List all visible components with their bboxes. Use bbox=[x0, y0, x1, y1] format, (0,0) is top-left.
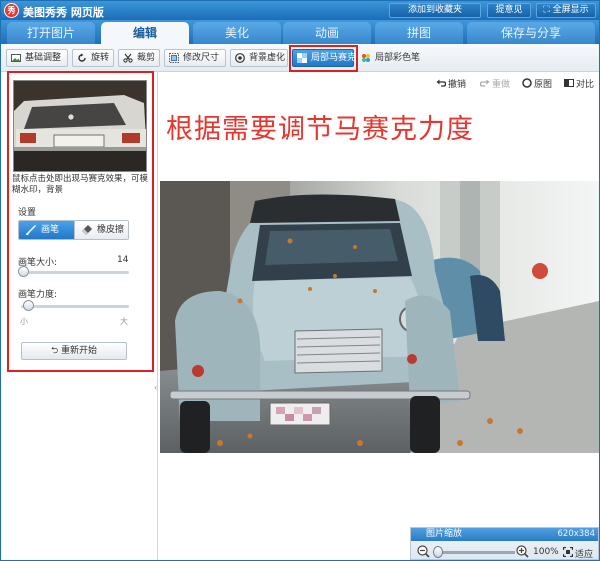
image-size-readout: 620x384 bbox=[557, 529, 595, 539]
zoom-panel-header[interactable]: 图片缩放 620x384 bbox=[411, 528, 598, 541]
force-max-label: 大 bbox=[120, 317, 128, 326]
resize-button[interactable]: 修改尺寸 bbox=[164, 49, 226, 67]
tab-animation[interactable]: 动画 bbox=[283, 22, 371, 44]
fullscreen-icon: ⛶ bbox=[543, 5, 553, 15]
edit-toolbar: 基础调整 旋转 裁剪 修改尺寸 背景虚化 局部马赛克 局部彩色笔 bbox=[1, 44, 599, 72]
compare-icon bbox=[564, 79, 574, 87]
crop-label: 裁剪 bbox=[137, 53, 156, 63]
rotate-icon bbox=[78, 53, 86, 62]
eraser-mode-label: 橡皮擦 bbox=[97, 225, 125, 235]
brush-icon bbox=[26, 225, 36, 235]
fit-label: 适应 bbox=[575, 550, 594, 560]
redo-icon bbox=[480, 79, 490, 87]
zoom-panel-title: 图片缩放 bbox=[426, 529, 463, 539]
brush-force-label: 画笔力度: bbox=[18, 290, 58, 300]
brush-size-slider-handle[interactable] bbox=[18, 266, 29, 277]
app-window: 秀 美图秀秀 网页版 添加到收藏夹 提意见 ⛶ 全屏显示 打开图片 编辑 美化 … bbox=[0, 0, 600, 561]
zoom-out-icon[interactable] bbox=[417, 545, 430, 558]
photo-thumbnail bbox=[13, 80, 147, 172]
tab-edit[interactable]: 编辑 bbox=[101, 22, 189, 45]
compare-label: 对比 bbox=[576, 80, 595, 90]
undo-icon bbox=[436, 79, 446, 87]
local-mosaic-label: 局部马赛克 bbox=[311, 53, 357, 63]
basic-adjust-button[interactable]: 基础调整 bbox=[6, 49, 68, 67]
add-to-favorites-button[interactable]: 添加到收藏夹 bbox=[389, 3, 481, 18]
background-blur-button[interactable]: 背景虚化 bbox=[230, 49, 288, 67]
tutorial-annotation: 根据需要调节马赛克力度 bbox=[166, 114, 474, 145]
redo-label: 重做 bbox=[492, 80, 511, 90]
restart-label: 重新开始 bbox=[61, 346, 98, 356]
editing-canvas-photo[interactable] bbox=[160, 181, 599, 453]
brush-mode-button[interactable]: 画笔 bbox=[19, 221, 74, 239]
crop-button[interactable]: 裁剪 bbox=[118, 49, 160, 67]
tab-collage[interactable]: 拼图 bbox=[375, 22, 463, 44]
brush-mode-label: 画笔 bbox=[41, 225, 60, 235]
undo-button[interactable]: 撤销 bbox=[436, 77, 466, 90]
mosaic-icon bbox=[297, 53, 307, 63]
mosaic-hint-text: 鼠标点击处即出现马赛克效果，可模糊水印，背景 bbox=[12, 174, 149, 195]
restart-button[interactable]: ⮌ 重新开始 bbox=[21, 342, 127, 360]
rotate-button[interactable]: 旋转 bbox=[72, 49, 114, 67]
undo-label: 撤销 bbox=[448, 80, 467, 90]
brush-size-value: 14 bbox=[117, 255, 129, 265]
local-mosaic-button[interactable]: 局部马赛克 bbox=[292, 49, 357, 67]
settings-heading: 设置 bbox=[18, 208, 37, 218]
brush-force-slider[interactable] bbox=[21, 305, 129, 308]
restart-icon: ⮌ bbox=[50, 346, 62, 356]
image-icon bbox=[11, 54, 21, 62]
fullscreen-label: 全屏显示 bbox=[552, 5, 589, 15]
main-tab-bar: 打开图片 编辑 美化 动画 拼图 保存与分享 bbox=[1, 20, 599, 45]
title-bar: 秀 美图秀秀 网页版 添加到收藏夹 提意见 ⛶ 全屏显示 bbox=[1, 1, 599, 20]
redo-button[interactable]: 重做 bbox=[480, 77, 510, 90]
image-zoom-panel: 图片缩放 620x384 100% 适应 bbox=[410, 527, 599, 560]
local-color-pen-button[interactable]: 局部彩色笔 bbox=[356, 49, 422, 67]
original-icon bbox=[522, 78, 532, 88]
rotate-label: 旋转 bbox=[91, 53, 110, 63]
force-min-label: 小 bbox=[20, 317, 28, 326]
mosaic-settings-panel: 鼠标点击处即出现马赛克效果，可模糊水印，背景 设置 画笔 橡皮擦 画笔大小: 1… bbox=[1, 72, 158, 560]
zoom-in-icon[interactable] bbox=[516, 545, 529, 558]
original-image-button[interactable]: 原图 bbox=[522, 77, 552, 90]
background-blur-label: 背景虚化 bbox=[249, 53, 286, 63]
zoom-slider-handle[interactable] bbox=[433, 546, 443, 558]
brush-mode-toggle: 画笔 橡皮擦 bbox=[18, 220, 129, 240]
local-color-pen-label: 局部彩色笔 bbox=[375, 53, 421, 63]
eraser-icon bbox=[82, 225, 92, 235]
app-title: 美图秀秀 网页版 bbox=[23, 6, 104, 19]
tab-open-image[interactable]: 打开图片 bbox=[7, 22, 95, 44]
zoom-slider[interactable] bbox=[435, 551, 515, 554]
original-label: 原图 bbox=[534, 80, 553, 90]
canvas-header: 撤销 重做 原图 对比 bbox=[160, 72, 599, 94]
fit-button[interactable]: 适应 bbox=[563, 547, 593, 560]
feedback-button[interactable]: 提意见 bbox=[487, 3, 531, 18]
eraser-mode-button[interactable]: 橡皮擦 bbox=[74, 221, 128, 239]
resize-icon bbox=[169, 53, 179, 63]
brush-size-slider[interactable] bbox=[21, 271, 129, 274]
basic-adjust-label: 基础调整 bbox=[25, 53, 62, 63]
blur-icon bbox=[235, 53, 245, 63]
brush-force-slider-handle[interactable] bbox=[23, 300, 34, 311]
resize-label: 修改尺寸 bbox=[183, 53, 220, 63]
app-logo-icon: 秀 bbox=[4, 3, 19, 18]
fullscreen-button[interactable]: ⛶ 全屏显示 bbox=[536, 3, 596, 18]
fit-icon bbox=[563, 547, 573, 557]
tab-save-share[interactable]: 保存与分享 bbox=[467, 22, 595, 44]
zoom-percent: 100% bbox=[533, 547, 559, 557]
scissors-icon bbox=[123, 53, 133, 63]
tab-beautify[interactable]: 美化 bbox=[193, 22, 281, 44]
color-pen-icon bbox=[362, 54, 370, 62]
compare-button[interactable]: 对比 bbox=[564, 77, 594, 90]
